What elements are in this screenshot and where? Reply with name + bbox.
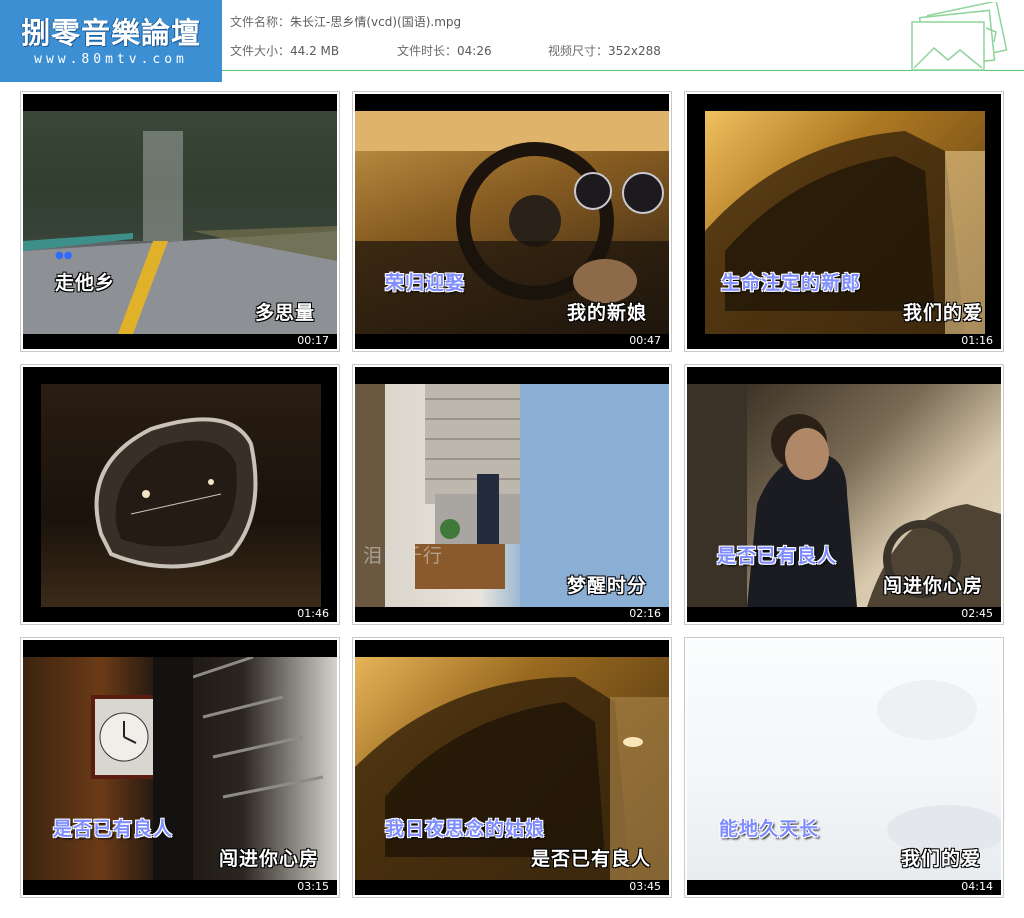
lyric-line-1: 走他乡 [55, 272, 116, 294]
timestamp: 02:45 [961, 607, 993, 620]
timestamp: 00:17 [297, 334, 329, 347]
duration-value: 04:26 [457, 44, 492, 58]
lyric-line-2: 是否已有良人 [531, 848, 652, 870]
duration-label: 文件时长： [397, 44, 458, 58]
lyric-line-1: 是否已有良人 [717, 545, 838, 567]
thumbnail-9[interactable]: 能地久天长 我们的爱 04:14 [684, 637, 1004, 898]
lyric-line-2: 闯进你心房 [219, 848, 320, 870]
lyric-line-1: 是否已有良人 [53, 818, 174, 840]
duration-row: 文件时长：04:26 [397, 42, 492, 59]
lyric-line-2: 闯进你心房 [883, 575, 984, 597]
thumbnail-6[interactable]: 是否已有良人 闯进你心房 02:45 [684, 364, 1004, 625]
lyric-line-2: 我的新娘 [567, 302, 648, 324]
lyric-line-2: 梦醒时分 [567, 575, 648, 597]
logo-url: www.80mtv.com [34, 52, 188, 67]
file-name-value: 朱长江-思乡情(vcd)(国语).mpg [290, 15, 462, 29]
thumbnail-1[interactable]: ●● 走他乡 多思量 00:17 [20, 91, 340, 352]
site-logo: 捌零音樂論壇 www.80mtv.com [0, 0, 222, 82]
timestamp: 03:45 [629, 880, 661, 893]
lyric-line-2: 我们的爱 [903, 302, 984, 324]
lyric-line-1: 泪已千行 [363, 545, 444, 567]
lyric-line-1: 能地久天长 [719, 818, 820, 840]
lyric-line-1: 我日夜思念的姑娘 [385, 818, 546, 840]
file-size-value: 44.2 MB [290, 44, 340, 58]
resolution-label: 视频尺寸： [548, 44, 609, 58]
lyric-progress-dots: ●● [55, 250, 73, 261]
file-name-label: 文件名称： [230, 15, 291, 29]
header-divider [222, 70, 1024, 71]
lyric-line-1: 荣归迎娶 [385, 272, 466, 294]
thumbnail-4[interactable]: 01:46 [20, 364, 340, 625]
file-size-label: 文件大小： [230, 44, 291, 58]
thumbnail-2[interactable]: 荣归迎娶 我的新娘 00:47 [352, 91, 672, 352]
timestamp: 02:16 [629, 607, 661, 620]
lyric-line-1: 生命注定的新郎 [721, 272, 862, 294]
thumbnail-5[interactable]: 泪已千行 梦醒时分 02:16 [352, 364, 672, 625]
thumbnail-7[interactable]: 是否已有良人 闯进你心房 03:15 [20, 637, 340, 898]
thumbnail-3[interactable]: 生命注定的新郎 我们的爱 01:16 [684, 91, 1004, 352]
resolution-row: 视频尺寸：352x288 [548, 42, 661, 59]
thumbnail-8[interactable]: 我日夜思念的姑娘 是否已有良人 03:45 [352, 637, 672, 898]
side-mirror-scene [94, 417, 258, 569]
timestamp: 00:47 [629, 334, 661, 347]
timestamp: 01:46 [297, 607, 329, 620]
logo-title: 捌零音樂論壇 [20, 16, 201, 50]
file-name-row: 文件名称：朱长江-思乡情(vcd)(国语).mpg [230, 13, 461, 30]
resolution-value: 352x288 [608, 44, 661, 58]
timestamp: 04:14 [961, 880, 993, 893]
timestamp: 03:15 [297, 880, 329, 893]
lyric-line-2: 多思量 [255, 302, 316, 324]
pictures-icon [911, 2, 1008, 71]
file-size-row: 文件大小：44.2 MB [230, 42, 339, 59]
timestamp: 01:16 [961, 334, 993, 347]
lyric-line-2: 我们的爱 [901, 848, 982, 870]
